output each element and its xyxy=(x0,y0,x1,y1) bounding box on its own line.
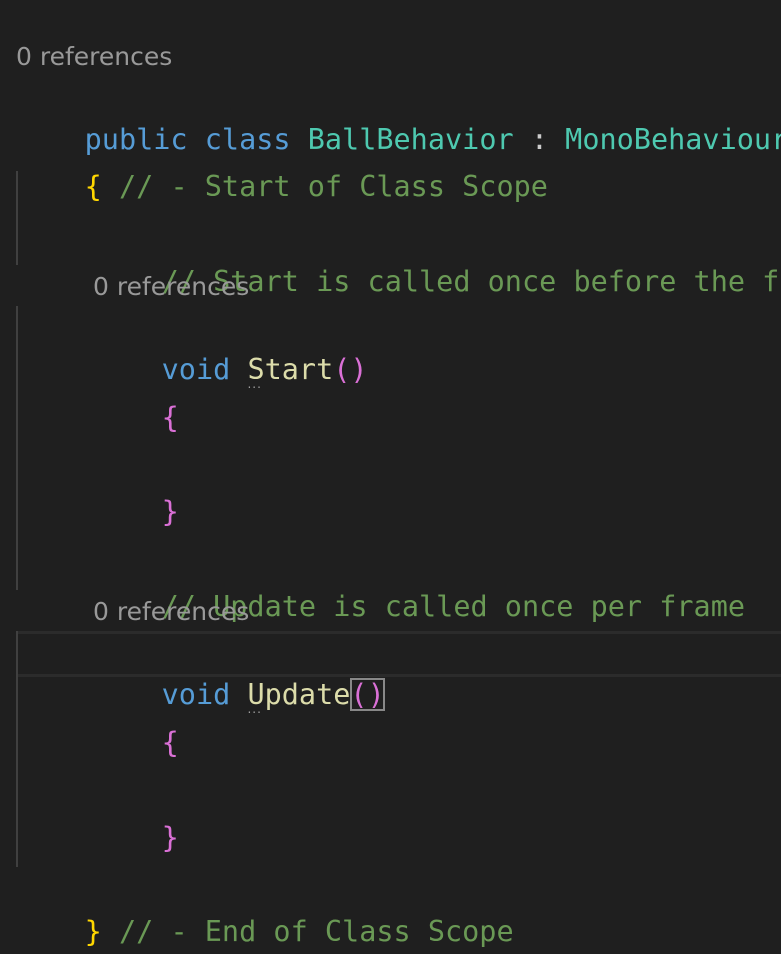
update-open-brace: { xyxy=(161,726,179,759)
update-method-name[interactable]: Update... xyxy=(247,678,350,715)
update-method-line[interactable]: void Update...() xyxy=(93,635,385,715)
start-references-codelens[interactable]: 0 references xyxy=(93,272,249,302)
start-method-name[interactable]: Start... xyxy=(247,353,333,390)
class-open-line[interactable]: { // - Start of Class Scope xyxy=(16,127,548,203)
class-declaration-line[interactable]: public class BallBehavior : MonoBehaviou… xyxy=(16,80,781,156)
class-start-comment: // - Start of Class Scope xyxy=(118,170,548,203)
base-class-name[interactable]: MonoBehaviour xyxy=(565,123,781,156)
update-close-brace-line[interactable]: } xyxy=(93,778,179,854)
update-close-brace: } xyxy=(161,821,179,854)
start-comment-line[interactable]: // Start is called once before the first… xyxy=(93,222,781,298)
start-close-brace-line[interactable]: } xyxy=(93,452,179,528)
class-open-brace: { xyxy=(84,170,102,203)
start-open-brace: { xyxy=(161,401,179,434)
class-close-brace: } xyxy=(84,915,102,948)
start-close-brace: } xyxy=(161,495,179,528)
suggestion-dots-icon[interactable]: ... xyxy=(247,378,261,390)
start-method-line[interactable]: void Start...() xyxy=(93,310,368,390)
update-open-brace-line[interactable]: { xyxy=(93,683,179,759)
code-editor[interactable]: 0 references public class BallBehavior :… xyxy=(0,0,781,954)
class-end-comment: // - End of Class Scope xyxy=(118,915,514,948)
class-close-line[interactable]: } // - End of Class Scope xyxy=(16,872,514,948)
update-parens-bracket-match: () xyxy=(350,678,385,711)
class-references-codelens[interactable]: 0 references xyxy=(16,42,172,72)
indent-guide xyxy=(16,306,18,590)
suggestion-dots-icon[interactable]: ... xyxy=(247,703,261,715)
update-comment-line[interactable]: // Update is called once per frame xyxy=(93,547,745,623)
update-references-codelens[interactable]: 0 references xyxy=(93,597,249,627)
start-open-brace-line[interactable]: { xyxy=(93,358,179,434)
start-method-comment: // Start is called once before the first… xyxy=(161,265,781,298)
start-parens: () xyxy=(333,353,368,386)
